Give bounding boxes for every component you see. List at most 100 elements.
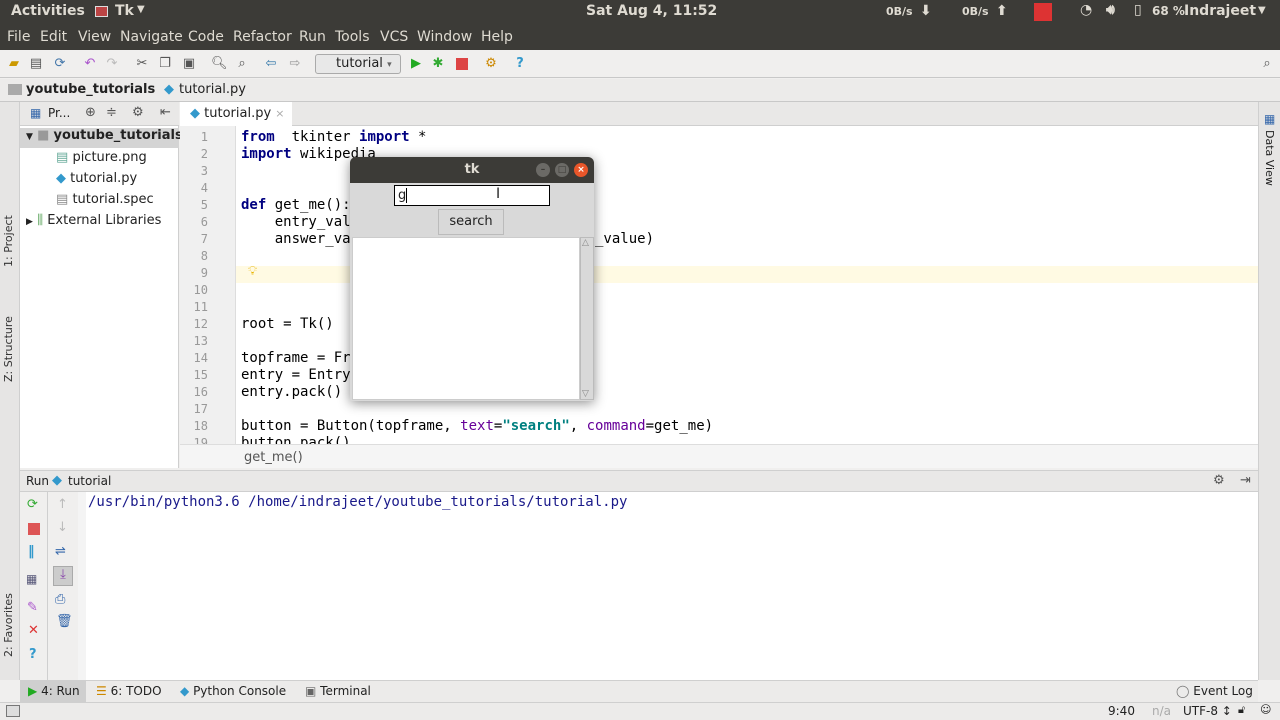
project-view-select[interactable]: Pr... xyxy=(48,106,70,120)
line-number: 16 xyxy=(193,385,208,399)
close-icon[interactable]: ✕ xyxy=(28,623,39,638)
encoding-select[interactable]: UTF-8 ↕ xyxy=(1183,704,1232,718)
run-icon[interactable]: ▶ xyxy=(408,56,424,72)
open-icon[interactable]: ▰ xyxy=(6,56,22,72)
tree-item-picture[interactable]: ▤ picture.png xyxy=(56,150,147,165)
tab-todo[interactable]: ☰ 6: TODO xyxy=(96,684,162,698)
tree-item-root[interactable]: ▼ ■ youtube_tutorials xyxy=(20,128,183,148)
pin-icon[interactable]: ✎ xyxy=(27,600,38,615)
scroll-up-icon[interactable]: △ xyxy=(582,238,589,248)
clock[interactable]: Sat Aug 4, 11:52 xyxy=(586,3,717,19)
settings-icon[interactable]: ⚙ xyxy=(483,56,499,72)
help-icon[interactable]: ? xyxy=(29,647,37,662)
tree-item-tutorial[interactable]: ◆ tutorial.py xyxy=(56,171,137,186)
code-token: button = Button(topframe, xyxy=(241,418,461,434)
menu-help[interactable]: Help xyxy=(481,29,513,45)
scroll-to-end-icon[interactable]: ⤓ xyxy=(53,566,73,586)
activities-button[interactable]: Activities xyxy=(11,3,85,19)
event-log-button[interactable]: ◯ Event Log xyxy=(1176,684,1253,698)
breadcrumb-file[interactable]: tutorial.py xyxy=(179,82,246,97)
undo-icon[interactable]: ↶ xyxy=(82,56,98,72)
run-console[interactable]: /usr/bin/python3.6 /home/indrajeet/youtu… xyxy=(78,492,1258,680)
toggle-tool-windows-icon[interactable] xyxy=(6,705,20,717)
arrow-up-icon[interactable]: ↑ xyxy=(57,497,68,512)
caret-position[interactable]: 9:40 xyxy=(1108,704,1135,718)
arrow-down-icon[interactable]: ↓ xyxy=(57,520,68,535)
back-icon[interactable]: ⇦ xyxy=(263,56,279,72)
tk-search-entry[interactable]: g xyxy=(394,185,550,206)
run-config-tab[interactable]: tutorial xyxy=(68,474,111,488)
find-icon[interactable]: 🔍︎ xyxy=(211,56,228,72)
sync-icon[interactable]: ⟳ xyxy=(52,56,68,72)
tree-item-external-libraries[interactable]: ▶ ⫼ External Libraries xyxy=(26,213,161,228)
menu-vcs[interactable]: VCS xyxy=(380,29,408,45)
tab-terminal[interactable]: ▣ Terminal xyxy=(305,684,371,698)
layout-icon[interactable]: ▦ xyxy=(26,572,37,586)
data-view-tool-tab[interactable]: Data View xyxy=(1263,130,1276,186)
record-indicator-icon[interactable] xyxy=(1034,3,1052,21)
line-separator[interactable]: n/a xyxy=(1152,704,1171,718)
tk-scrollbar[interactable]: △ ▽ xyxy=(580,237,594,400)
hide-panel-icon[interactable]: ⇤ xyxy=(160,105,171,120)
forward-icon[interactable]: ⇨ xyxy=(287,56,303,72)
scroll-from-source-icon[interactable]: ⊕ xyxy=(85,105,96,120)
collapse-all-icon[interactable]: ≑ xyxy=(106,105,117,120)
tree-item-spec[interactable]: ▤ tutorial.spec xyxy=(56,192,154,207)
python-icon: ◆ xyxy=(180,684,190,698)
menu-run[interactable]: Run xyxy=(299,29,326,45)
search-everywhere-icon[interactable]: ⌕ xyxy=(1259,56,1275,72)
print-icon[interactable]: ⎙ xyxy=(55,592,65,607)
tk-titlebar[interactable]: tk – □ × xyxy=(350,157,594,183)
user-menu[interactable]: Indrajeet xyxy=(1184,3,1256,19)
hide-panel-icon[interactable]: ⇥ xyxy=(1240,473,1251,488)
stop-icon[interactable] xyxy=(28,523,40,535)
gear-icon[interactable]: ⚙ xyxy=(1213,473,1225,488)
replace-icon[interactable]: ⌕ xyxy=(234,56,250,72)
tk-title: tk xyxy=(464,162,480,177)
lightbulb-icon[interactable]: 💡︎ xyxy=(248,264,257,279)
close-icon[interactable]: × xyxy=(574,163,588,177)
volume-icon[interactable]: 🔊︎ xyxy=(1106,2,1115,18)
scroll-down-icon[interactable]: ▽ xyxy=(582,389,589,399)
soft-wrap-icon[interactable]: ⇌ xyxy=(55,544,66,559)
tab-python-console[interactable]: ◆ Python Console xyxy=(180,684,286,698)
favorites-tool-tab[interactable]: 2: Favorites xyxy=(2,593,15,657)
menu-view[interactable]: View xyxy=(78,29,111,45)
close-icon[interactable]: × xyxy=(275,107,284,120)
gear-icon[interactable]: ⚙ xyxy=(132,105,144,120)
structure-tool-tab[interactable]: Z: Structure xyxy=(2,316,15,382)
debug-icon[interactable]: ✱ xyxy=(430,56,446,72)
menu-edit[interactable]: Edit xyxy=(40,29,67,45)
app-menu[interactable]: Tk xyxy=(115,3,134,19)
menu-file[interactable]: File xyxy=(7,29,30,45)
editor-tab-tutorial[interactable]: ◆ tutorial.py × xyxy=(180,102,292,126)
save-icon[interactable]: ▤ xyxy=(28,56,44,72)
minimize-icon[interactable]: – xyxy=(536,163,550,177)
tk-search-button[interactable]: search xyxy=(438,209,504,235)
pause-icon[interactable]: ‖ xyxy=(28,544,35,559)
wifi-icon[interactable]: ◔ xyxy=(1080,2,1092,18)
paste-icon[interactable]: ▣ xyxy=(181,56,197,72)
menu-window[interactable]: Window xyxy=(417,29,472,45)
help-icon[interactable]: ? xyxy=(512,56,528,72)
battery-icon[interactable]: ▯ xyxy=(1134,2,1142,18)
breadcrumb-project[interactable]: youtube_tutorials xyxy=(26,82,155,97)
inspector-icon[interactable]: ☺ xyxy=(1260,703,1271,716)
lock-icon[interactable]: 🔓︎ xyxy=(1238,703,1245,717)
menu-refactor[interactable]: Refactor xyxy=(233,29,292,45)
tk-answer-text[interactable] xyxy=(352,237,580,400)
rerun-icon[interactable]: ⟳ xyxy=(27,497,38,512)
cut-icon[interactable]: ✂ xyxy=(134,56,150,72)
menu-tools[interactable]: Tools xyxy=(335,29,370,45)
copy-icon[interactable]: ❐ xyxy=(157,56,173,72)
menu-code[interactable]: Code xyxy=(188,29,224,45)
stop-icon[interactable] xyxy=(456,58,468,70)
trash-icon[interactable]: 🗑︎ xyxy=(56,614,73,629)
menu-navigate[interactable]: Navigate xyxy=(120,29,183,45)
run-config-select[interactable]: tutorial ▾ xyxy=(315,54,401,74)
tab-run[interactable]: ▶ 4: Run xyxy=(20,681,86,702)
function-crumb[interactable]: get_me() xyxy=(244,450,303,465)
redo-icon[interactable]: ↷ xyxy=(104,56,120,72)
maximize-icon[interactable]: □ xyxy=(555,163,569,177)
project-tool-tab[interactable]: 1: Project xyxy=(2,215,15,267)
